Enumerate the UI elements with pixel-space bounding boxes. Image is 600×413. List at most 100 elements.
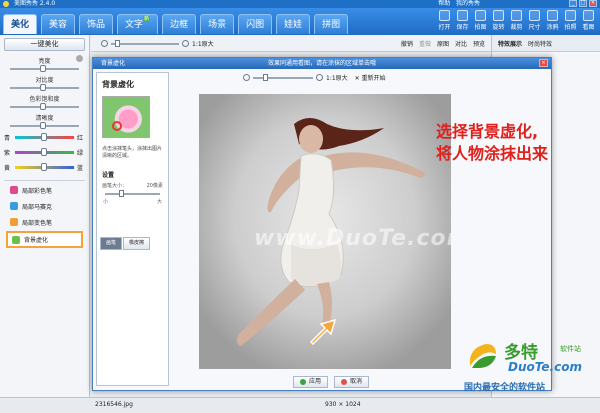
folder-icon	[439, 10, 450, 21]
local-mosaic[interactable]: 局部马赛克	[6, 199, 83, 213]
tab-beautify[interactable]: 美化	[3, 14, 38, 34]
close-icon[interactable]: ×	[589, 0, 597, 7]
tab-scene[interactable]: 场景	[200, 14, 235, 34]
saturation-label: 色彩饱和度	[29, 96, 60, 103]
brush-mode-button[interactable]: 画笔	[100, 237, 123, 250]
compare-button[interactable]: 对比	[455, 39, 467, 48]
blur-example-image	[102, 96, 150, 138]
check-icon	[300, 379, 306, 385]
blur-description: 点击涂抹笔头，涂抹出图片清晰的区域。	[102, 146, 163, 159]
dialog-zoom-slider[interactable]	[253, 73, 313, 81]
cancel-icon	[341, 379, 348, 385]
site-logo: 多特 软件站 DuoTe.com 国内最安全的软件站	[462, 336, 598, 394]
apply-button[interactable]: 应用	[293, 376, 329, 388]
left-panel: 一键美化 亮度 对比度 色彩饱和度 清晰度 青 红 紫 绿 黄 蓝 局部彩色笔 …	[0, 35, 90, 397]
tab-beauty[interactable]: 美容	[41, 14, 76, 34]
view-button[interactable]: 看图	[581, 10, 596, 31]
divider	[4, 180, 85, 181]
brightness-label: 亮度	[6, 55, 83, 65]
resize-button[interactable]: 尺寸	[527, 10, 542, 31]
purple-green-slider[interactable]	[15, 148, 74, 156]
rotate-button[interactable]: 旋转	[491, 10, 506, 31]
zoom-out-icon[interactable]	[243, 74, 250, 81]
status-bar: 2316546.jpg 930 × 1024	[0, 397, 600, 413]
save-button[interactable]: 保存	[455, 10, 470, 31]
restart-button[interactable]: ✕ 重新开始	[355, 73, 386, 82]
dialog-zoom-actual[interactable]: 1:1原大	[326, 73, 348, 82]
app-logo-icon	[3, 1, 9, 7]
image-dimensions: 930 × 1024	[325, 401, 361, 408]
dialog-hint: 效果同通用看图，请在涂抹的区域单击哦	[267, 60, 376, 67]
main-nav: 美化 美容 饰品 文字新 边框 场景 闪图 娃娃 拼图 打开 保存 拍图 旋转 …	[0, 8, 600, 35]
arrow-icon	[309, 318, 337, 346]
one-click-beautify-button[interactable]: 一键美化	[4, 38, 85, 51]
blur-settings-panel: 背景虚化 点击涂抹笔头，涂抹出图片清晰的区域。 设置 画笔大小： 20像素 小大…	[96, 72, 169, 386]
panel-title: 背景虚化	[102, 80, 134, 89]
contrast-slider[interactable]	[10, 84, 79, 91]
photo-button[interactable]: 拍照	[563, 10, 578, 31]
local-recolor-brush[interactable]: 局部变色笔	[6, 215, 83, 229]
help-link[interactable]: 帮助	[438, 0, 450, 7]
toolbar: 打开 保存 拍图 旋转 裁剪 尺寸 涂鸦 拍照 看图	[437, 10, 596, 31]
local-color-brush[interactable]: 局部彩色笔	[6, 183, 83, 197]
adjust-sliders: 亮度 对比度 色彩饱和度 清晰度	[6, 55, 83, 129]
tab-collage[interactable]: 拼图	[314, 14, 349, 34]
tab-accessories[interactable]: 饰品	[79, 14, 114, 34]
redo-button[interactable]: 重做	[419, 39, 431, 48]
crop-icon	[511, 10, 522, 21]
view-icon	[583, 10, 594, 21]
cyan-red-slider[interactable]	[15, 133, 74, 141]
tab-text[interactable]: 文字新	[117, 14, 159, 34]
cyan-red-row: 青 红	[4, 133, 84, 142]
nav-tabs: 美化 美容 饰品 文字新 边框 场景 闪图 娃娃 拼图	[3, 14, 349, 34]
camera-icon	[475, 10, 486, 21]
zoom-control: 1:1原大	[101, 39, 214, 48]
effects-tabs: 特效展示 时尚特效	[492, 35, 600, 52]
reset-icon[interactable]	[76, 55, 83, 62]
minimize-icon[interactable]: _	[569, 0, 577, 7]
brush-size-range: 小大	[103, 199, 162, 205]
undo-button[interactable]: 撤销	[401, 39, 413, 48]
yellow-blue-slider[interactable]	[15, 163, 74, 171]
tab-fashion-effects[interactable]: 时尚特效	[528, 39, 552, 48]
background-blur-item[interactable]: 背景虚化	[6, 231, 83, 248]
duote-logo-icon	[469, 344, 496, 368]
save-icon	[457, 10, 468, 21]
my-xiuxiu-link[interactable]: 我的秀秀	[456, 0, 480, 7]
edit-actions: 撤销 重做 原图 对比 预览	[401, 39, 485, 48]
original-button[interactable]: 原图	[437, 39, 449, 48]
brush-icon	[547, 10, 558, 21]
rotate-icon	[493, 10, 504, 21]
sharpness-slider[interactable]	[10, 122, 79, 129]
tab-flash[interactable]: 闪图	[238, 14, 273, 34]
brush-size-value: 20像素	[146, 183, 163, 189]
doodle-button[interactable]: 涂鸦	[545, 10, 560, 31]
open-button[interactable]: 打开	[437, 10, 452, 31]
file-name: 2316546.jpg	[95, 401, 133, 408]
preview-button[interactable]: 预览	[473, 39, 485, 48]
brush-size-row: 画笔大小： 20像素	[102, 183, 163, 189]
tab-effects-show[interactable]: 特效展示	[498, 39, 522, 48]
zoom-actual-button[interactable]: 1:1原大	[192, 39, 214, 48]
cancel-button[interactable]: 取消	[334, 376, 370, 388]
purple-green-row: 紫 绿	[4, 148, 84, 157]
tab-frame[interactable]: 边框	[162, 14, 197, 34]
yellow-blue-row: 黄 蓝	[4, 163, 84, 172]
zoom-in-icon[interactable]	[182, 40, 189, 47]
saturation-slider[interactable]	[10, 103, 79, 110]
crop-button[interactable]: 裁剪	[509, 10, 524, 31]
zoom-slider[interactable]	[111, 39, 179, 47]
eraser-mode-button[interactable]: 橡皮擦	[123, 237, 151, 250]
zoom-in-icon[interactable]	[316, 74, 323, 81]
maximize-icon[interactable]: □	[579, 0, 587, 7]
dialog-zoom-control: 1:1原大 ✕ 重新开始	[243, 73, 386, 82]
blur-icon	[12, 235, 20, 244]
watermark: www.DuoTe.com	[254, 226, 451, 251]
brush-size-slider[interactable]	[105, 190, 160, 197]
zoom-out-icon[interactable]	[101, 40, 108, 47]
tab-doll[interactable]: 娃娃	[276, 14, 311, 34]
capture-button[interactable]: 拍图	[473, 10, 488, 31]
tutorial-annotation: 选择背景虚化, 将人物涂抹出来	[436, 122, 549, 163]
dialog-close-icon[interactable]: ×	[539, 59, 548, 67]
brightness-slider[interactable]	[10, 65, 79, 72]
